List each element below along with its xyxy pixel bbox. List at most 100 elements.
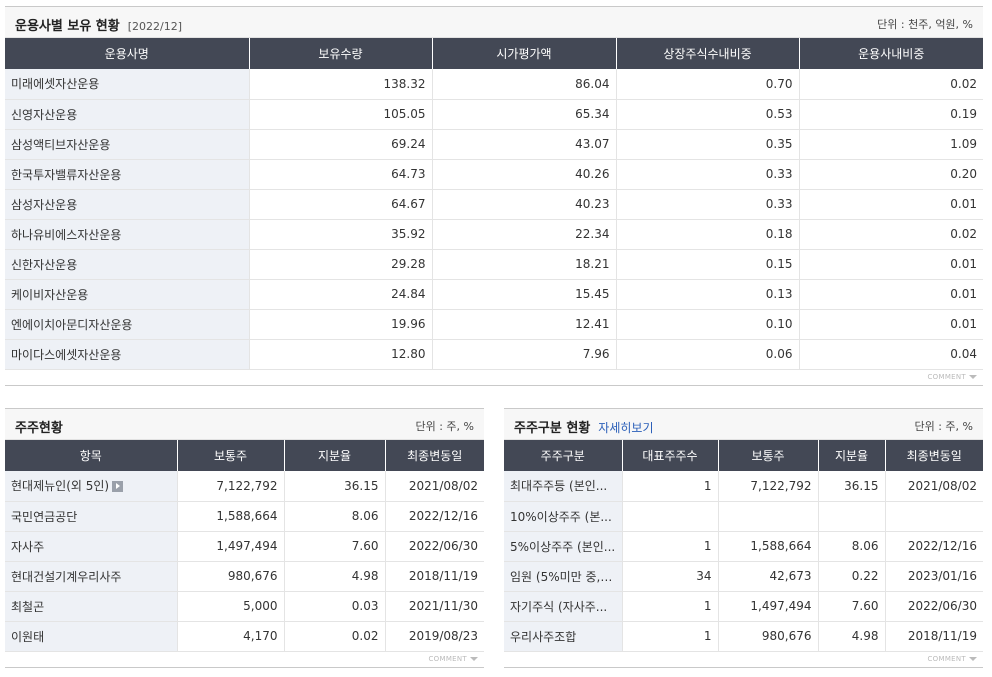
value-cell: 0.03 [283,591,385,622]
row-label: 신한자산운용 [5,249,249,280]
value-cell: 0.33 [615,159,799,190]
table-row: 삼성자산운용 64.67 40.23 0.33 0.01 [5,189,983,220]
value-cell: 43.07 [431,129,616,160]
shareholder-types-panel: 주주구분 현황 자세히보기 단위 : 주, % 주주구분 대표주주수 보통주 지분율 최종… [504,408,983,668]
comment-toggle[interactable]: COMMENT [927,373,977,381]
more-details-link[interactable]: 자세히보기 [598,421,653,435]
row-label: 임원 (5%미만 중, ... [504,561,622,592]
column-header: 항목 [5,440,177,471]
fund-holdings-table: 운용사명 보유수량 시가평가액 상장주식수내비중 운용사내비중 미래에셋자산운용 138.… [5,38,983,370]
shareholder-types-header: 주주구분 현황 자세히보기 단위 : 주, % [504,409,983,440]
row-label-text: 엔에이치아문디자산운용 [11,317,133,332]
row-label-text: 현대제뉴인(외 5인) [11,479,110,494]
row-label: 5%이상주주 (본인... [504,531,622,562]
value-cell: 8.06 [283,501,385,532]
row-label-text: 하나유비에스자산운용 [11,227,122,242]
value-cell: 0.02 [283,621,385,652]
value-cell: 36.15 [817,471,885,502]
value-cell: 1 [621,621,718,652]
value-cell: 18.21 [431,249,616,280]
value-cell: 980,676 [176,561,284,592]
value-cell: 29.28 [248,249,432,280]
value-cell: 0.06 [615,339,799,370]
table-row: 미래에셋자산운용 138.32 86.04 0.70 0.02 [5,69,983,100]
value-cell: 2022/12/16 [384,501,484,532]
table-row: 하나유비에스자산운용 35.92 22.34 0.18 0.02 [5,219,983,250]
value-cell [817,501,885,532]
value-cell: 1.09 [798,129,983,160]
value-cell: 35.92 [248,219,432,250]
value-cell: 1,588,664 [176,501,284,532]
table-row: 삼성액티브자산운용 69.24 43.07 0.35 1.09 [5,129,983,160]
column-header: 지분율 [817,440,885,471]
value-cell: 0.35 [615,129,799,160]
row-label-text: 10%이상주주 (본... [510,509,612,524]
column-header: 상장주식수내비중 [615,38,799,69]
value-cell: 69.24 [248,129,432,160]
caret-down-icon [470,656,478,661]
column-header: 시가평가액 [431,38,616,69]
value-cell: 2019/08/23 [384,621,484,652]
row-label-text: 5%이상주주 (본인... [510,539,616,554]
value-cell: 4,170 [176,621,284,652]
comment-toggle[interactable]: COMMENT [428,655,478,663]
column-header: 운용사내비중 [798,38,983,69]
column-header: 운용사명 [5,38,249,69]
value-cell: 0.70 [615,69,799,100]
value-cell: 0.10 [615,309,799,340]
value-cell: 2023/01/16 [884,561,983,592]
value-cell: 0.02 [798,69,983,100]
value-cell: 2022/12/16 [884,531,983,562]
value-cell: 86.04 [431,69,616,100]
row-label-text: 이원태 [11,629,45,644]
row-label-text: 우리사주조합 [510,629,577,644]
row-label: 미래에셋자산운용 [5,69,249,100]
row-label-text: 국민연금공단 [11,509,78,524]
row-label-text: 삼성액티브자산운용 [11,137,111,152]
row-label: 이원태 [5,621,177,652]
shareholders-title: 주주현황 [15,421,63,436]
fund-holdings-period: [2022/12] [127,20,183,33]
row-label-text: 최철곤 [11,599,45,614]
value-cell: 7.60 [283,531,385,562]
value-cell: 0.13 [615,279,799,310]
fund-holdings-title: 운용사별 보유 현황 [2022/12] [15,19,183,34]
table-row: 케이비자산운용 24.84 15.45 0.13 0.01 [5,279,983,310]
value-cell: 0.15 [615,249,799,280]
fund-holdings-unit: 단위 : 천주, 억원, % [877,18,973,31]
value-cell: 42,673 [717,561,818,592]
shareholders-header: 주주현황 단위 : 주, % [5,409,484,440]
row-label-text: 신영자산운용 [11,107,78,122]
row-label-text: 자사주 [11,539,45,554]
row-label: 신영자산운용 [5,99,249,130]
value-cell: 40.23 [431,189,616,220]
value-cell: 12.41 [431,309,616,340]
fund-holdings-panel: 운용사별 보유 현황 [2022/12] 단위 : 천주, 억원, % 운용사명 보… [5,6,983,386]
value-cell: 980,676 [717,621,818,652]
expand-play-icon[interactable] [112,481,124,493]
value-cell: 19.96 [248,309,432,340]
value-cell: 0.19 [798,99,983,130]
value-cell: 0.02 [798,219,983,250]
table-row: 10%이상주주 (본... [504,501,983,532]
table-row: 최대주주등 (본인... 1 7,122,792 36.15 2021/08/02 [504,471,983,502]
column-header: 대표주주수 [621,440,718,471]
shareholder-types-table: 주주구분 대표주주수 보통주 지분율 최종변동일 최대주주등 (본인... 1 7,122,… [504,440,983,652]
value-cell: 40.26 [431,159,616,190]
row-label: 자기주식 (자사주... [504,591,622,622]
value-cell: 4.98 [817,621,885,652]
value-cell: 0.04 [798,339,983,370]
value-cell: 24.84 [248,279,432,310]
comment-toggle[interactable]: COMMENT [927,655,977,663]
value-cell: 36.15 [283,471,385,502]
row-label: 삼성액티브자산운용 [5,129,249,160]
value-cell: 1 [621,591,718,622]
column-header: 지분율 [283,440,385,471]
value-cell: 1,588,664 [717,531,818,562]
value-cell: 0.01 [798,189,983,220]
value-cell [717,501,818,532]
caret-down-icon [969,374,977,379]
value-cell: 2022/06/30 [884,591,983,622]
table-row: 신한자산운용 29.28 18.21 0.15 0.01 [5,249,983,280]
table-row: 우리사주조합 1 980,676 4.98 2018/11/19 [504,621,983,652]
